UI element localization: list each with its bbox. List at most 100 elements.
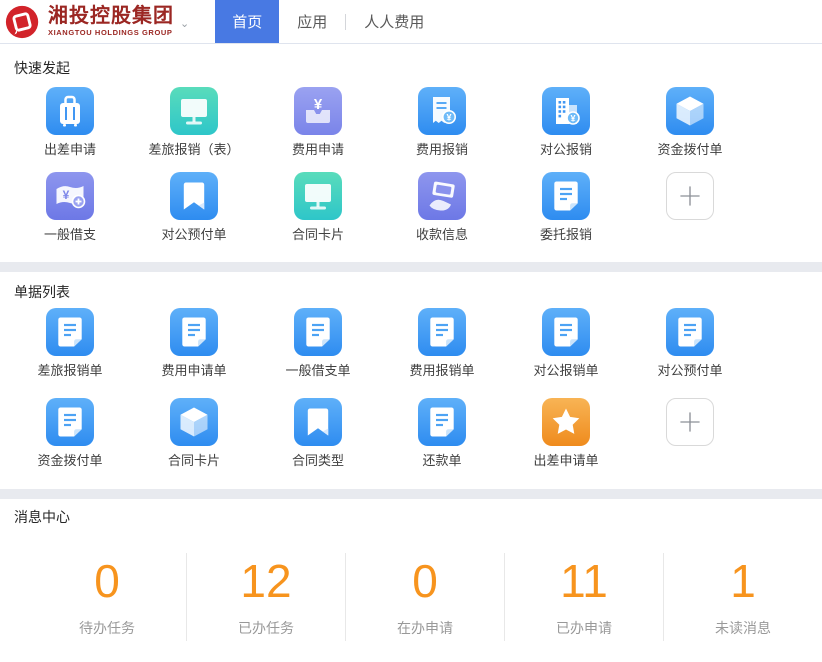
tab-apps[interactable]: 应用	[279, 0, 345, 43]
quick-launch-label: 合同卡片	[292, 226, 344, 244]
document-icon	[46, 308, 94, 356]
document-list-label: 对公预付单	[657, 362, 722, 380]
document-list-item[interactable]: 出差申请单	[504, 398, 628, 470]
tab-home[interactable]: 首页	[215, 0, 279, 43]
plus-icon	[667, 172, 713, 220]
message-center-stats: 0 待办任务12已办任务0在办申请11 已办申请1未读消息	[0, 553, 822, 641]
tab-renren-expense[interactable]: 人人费用	[346, 0, 442, 43]
stat-label: 未读消息	[664, 619, 822, 637]
document-icon	[418, 398, 466, 446]
quick-launch-item[interactable]: 合同卡片	[256, 172, 380, 244]
document-list-label: 一般借支单	[285, 362, 350, 380]
document-list-item[interactable]: 资金拨付单	[8, 398, 132, 470]
section-quick-launch: 快速发起 出差申请差旅报销（表）¥费用申请¥费用报销¥对公报销资金拨付单¥一般借…	[0, 44, 822, 262]
add-document-list-button[interactable]	[628, 398, 752, 470]
document-list-item[interactable]: 费用申请单	[132, 308, 256, 380]
document-list-tile[interactable]	[542, 398, 590, 446]
stat-label: 已办任务	[187, 619, 345, 637]
brand-subtitle: XIANGTOU HOLDINGS GROUP	[48, 29, 174, 37]
brand-switcher[interactable]: 湘投控股集团 XIANGTOU HOLDINGS GROUP ⌄	[0, 0, 189, 43]
quick-launch-item[interactable]: 委托报销	[504, 172, 628, 244]
stat-value: 0	[28, 553, 186, 609]
document-list-tile[interactable]	[170, 398, 218, 446]
quick-launch-label: 对公预付单	[161, 226, 226, 244]
svg-text:¥: ¥	[314, 96, 323, 113]
document-list-item[interactable]: 对公报销单	[504, 308, 628, 380]
quick-launch-item[interactable]: ¥费用报销	[380, 87, 504, 159]
add-quick-launch-button[interactable]	[666, 172, 714, 220]
quick-launch-label: 费用申请	[292, 141, 344, 159]
document-list-item[interactable]: 还款单	[380, 398, 504, 470]
document-list-tile[interactable]	[46, 398, 94, 446]
add-document-list-button[interactable]	[666, 398, 714, 446]
stat-item[interactable]: 12已办任务	[186, 553, 345, 641]
quick-launch-tile[interactable]	[170, 87, 218, 135]
section-separator	[0, 262, 822, 272]
document-list-item[interactable]: 合同类型	[256, 398, 380, 470]
quick-launch-item[interactable]: 收款信息	[380, 172, 504, 244]
quick-launch-item[interactable]: ¥ 费用申请	[256, 87, 380, 159]
document-list-item[interactable]: 对公预付单	[628, 308, 752, 380]
stat-label: 已办申请	[505, 619, 663, 637]
stat-label: 待办任务	[28, 619, 186, 637]
quick-launch-item[interactable]: ¥ 对公报销	[504, 87, 628, 159]
document-icon	[170, 308, 218, 356]
quick-launch-tile[interactable]: ¥	[542, 87, 590, 135]
document-list-tile[interactable]	[666, 308, 714, 356]
svg-text:¥: ¥	[63, 188, 70, 202]
section-title-message-center: 消息中心	[0, 499, 822, 527]
section-title-document-list: 单据列表	[0, 272, 822, 302]
document-list-tile[interactable]	[294, 308, 342, 356]
suitcase-icon	[46, 87, 94, 135]
stat-value: 11	[505, 553, 663, 609]
quick-launch-item[interactable]: ¥ 一般借支	[8, 172, 132, 244]
document-list-label: 还款单	[422, 452, 461, 470]
document-list-tile[interactable]	[418, 308, 466, 356]
document-list-tile[interactable]	[294, 398, 342, 446]
quick-launch-label: 一般借支	[44, 226, 96, 244]
quick-launch-tile[interactable]: ¥	[46, 172, 94, 220]
plus-icon	[667, 398, 713, 446]
stat-item[interactable]: 0在办申请	[345, 553, 504, 641]
quick-launch-tile[interactable]: ¥	[418, 87, 466, 135]
document-list-tile[interactable]	[542, 308, 590, 356]
document-icon	[46, 398, 94, 446]
quick-launch-item[interactable]: 资金拨付单	[628, 87, 752, 159]
brand-name: 湘投控股集团	[48, 6, 174, 26]
document-list-tile[interactable]	[418, 398, 466, 446]
stat-value: 0	[346, 553, 504, 609]
stat-item[interactable]: 11 已办申请	[504, 553, 663, 641]
building-yen-icon: ¥	[542, 87, 590, 135]
document-list-item[interactable]: 差旅报销单	[8, 308, 132, 380]
quick-launch-tile[interactable]	[294, 172, 342, 220]
yen-inbox-icon: ¥	[294, 87, 342, 135]
quick-launch-label: 委托报销	[540, 226, 592, 244]
cube-icon	[170, 398, 218, 446]
document-list-item[interactable]: 合同卡片	[132, 398, 256, 470]
document-list-tile[interactable]	[46, 308, 94, 356]
quick-launch-tile[interactable]	[46, 87, 94, 135]
quick-launch-tile[interactable]: ¥	[294, 87, 342, 135]
chevron-down-icon[interactable]: ⌄	[180, 17, 189, 30]
document-list-item[interactable]: 费用报销单	[380, 308, 504, 380]
stat-item[interactable]: 1未读消息	[663, 553, 822, 641]
quick-launch-item[interactable]: 差旅报销（表）	[132, 87, 256, 159]
document-icon	[294, 308, 342, 356]
quick-launch-tile[interactable]	[666, 87, 714, 135]
document-list-item[interactable]: 一般借支单	[256, 308, 380, 380]
quick-launch-item[interactable]: 对公预付单	[132, 172, 256, 244]
document-list-tile[interactable]	[170, 308, 218, 356]
add-quick-launch-button[interactable]	[628, 172, 752, 244]
document-list-label: 费用申请单	[161, 362, 226, 380]
quick-launch-item[interactable]: 出差申请	[8, 87, 132, 159]
document-icon	[418, 308, 466, 356]
money-hand-icon	[418, 172, 466, 220]
quick-launch-label: 收款信息	[416, 226, 468, 244]
quick-launch-tile[interactable]	[542, 172, 590, 220]
monitor-icon	[294, 172, 342, 220]
quick-launch-tile[interactable]	[418, 172, 466, 220]
quick-launch-label: 出差申请	[44, 141, 96, 159]
stat-item[interactable]: 0 待办任务	[28, 553, 186, 641]
quick-launch-label: 对公报销	[540, 141, 592, 159]
quick-launch-tile[interactable]	[170, 172, 218, 220]
